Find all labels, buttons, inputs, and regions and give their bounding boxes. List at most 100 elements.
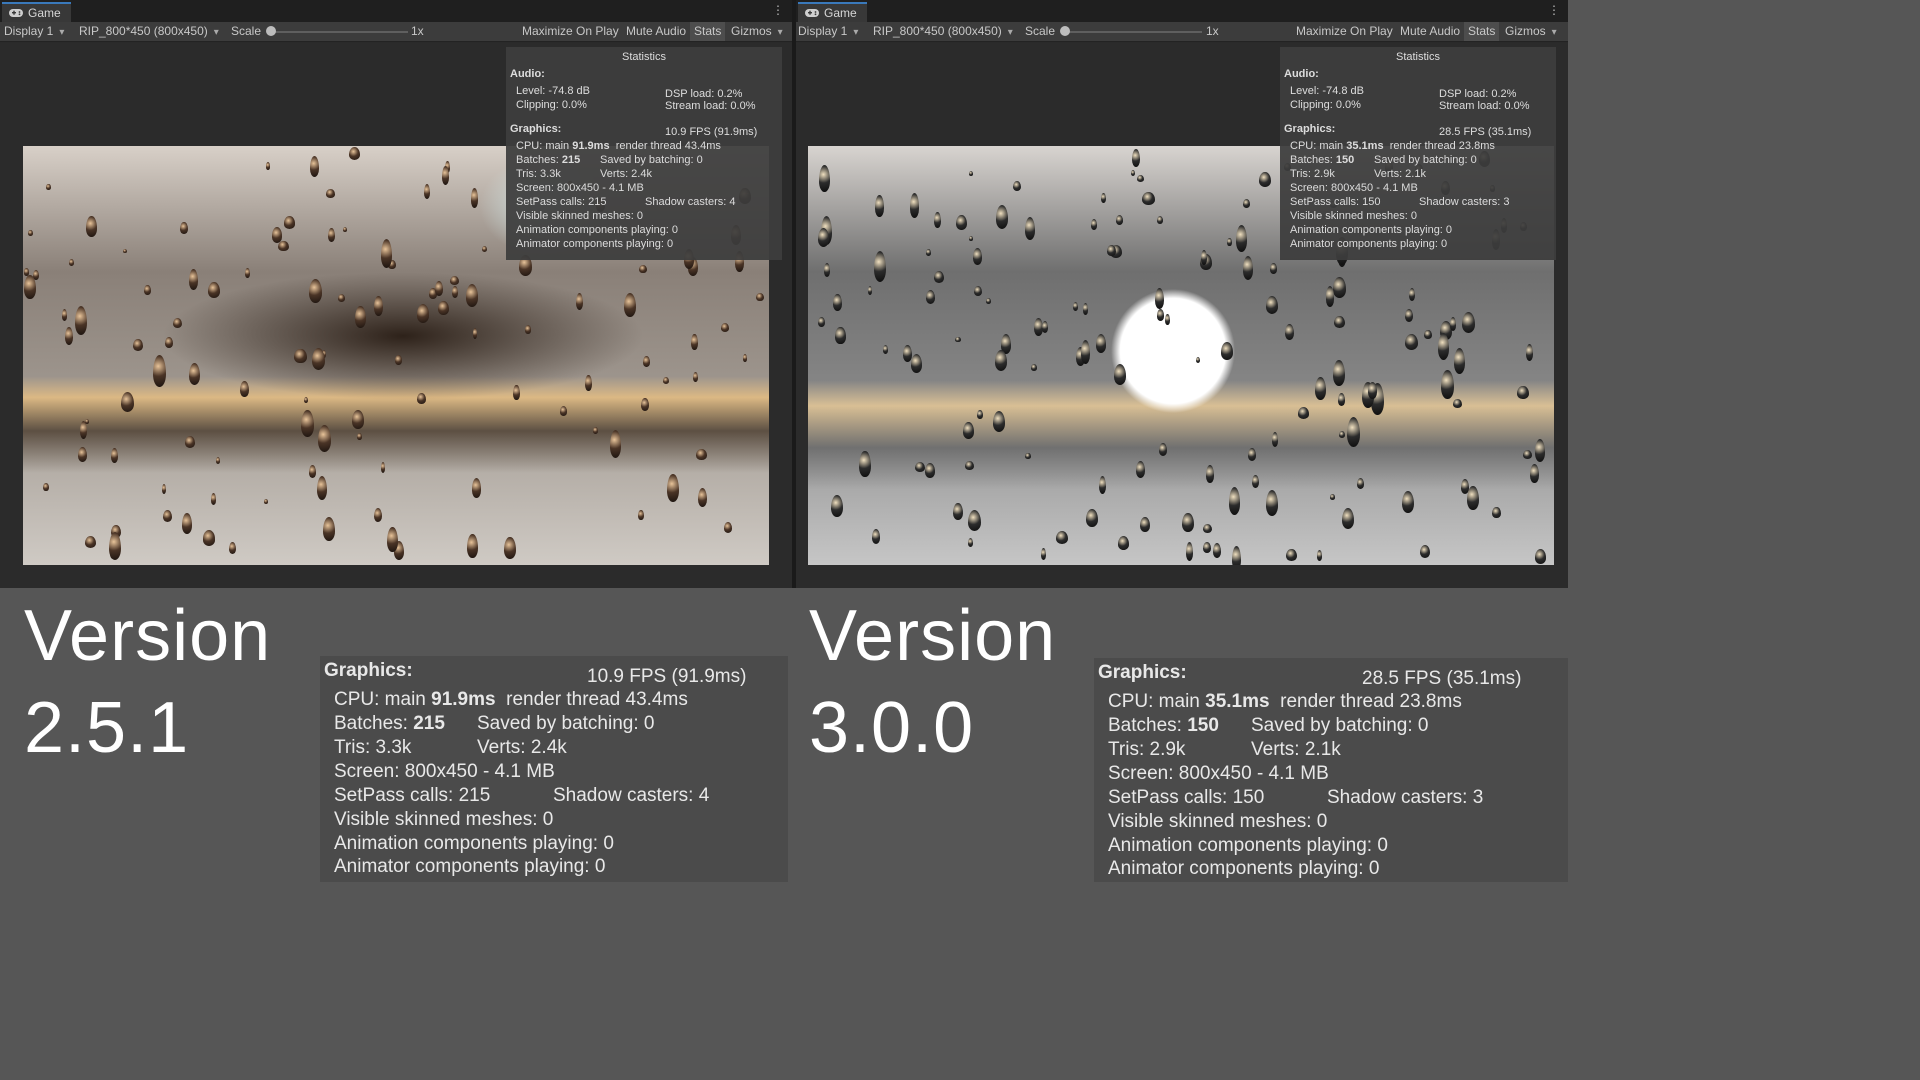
raindrop: [229, 541, 237, 555]
raindrop: [318, 424, 331, 452]
raindrop: [441, 166, 450, 186]
raindrop: [1242, 256, 1253, 281]
raindrop: [1091, 219, 1098, 230]
raindrop: [152, 354, 166, 388]
raindrop: [202, 530, 216, 546]
scale-slider-handle[interactable]: [266, 26, 276, 36]
cpu-prefix: CPU: main: [516, 140, 573, 152]
raindrop: [1101, 192, 1107, 203]
raindrop: [323, 517, 335, 541]
raindrop: [963, 422, 974, 440]
dsp-load: DSP load: 0.2%: [665, 88, 743, 100]
raindrop: [723, 522, 733, 533]
render-thread: render thread 23.8ms: [1389, 140, 1495, 152]
mute-audio-toggle[interactable]: Mute Audio: [1400, 22, 1460, 41]
screen-info: Screen: 800x450 - 4.1 MB: [334, 761, 555, 782]
shadow-casters: Shadow casters: 4: [553, 785, 710, 806]
audio-level: Level: -74.8 dB: [1290, 85, 1364, 97]
resolution-dropdown[interactable]: RIP_800*450 (800x450): [873, 22, 1013, 41]
raindrop: [337, 293, 345, 302]
batches-stats: Batches: 150: [1290, 154, 1354, 166]
stats-toggle[interactable]: Stats: [690, 22, 726, 41]
raindrop: [1042, 321, 1049, 334]
raindrop: [1243, 198, 1250, 208]
mute-audio-toggle[interactable]: Mute Audio: [626, 22, 686, 41]
visible-skinned-meshes: Visible skinned meshes: 0: [1290, 210, 1417, 222]
raindrop: [326, 189, 335, 198]
graphics-header: Graphics:: [1098, 662, 1187, 683]
batches-value: 150: [1187, 715, 1219, 736]
raindrop: [1195, 356, 1200, 363]
visible-skinned-meshes: Visible skinned meshes: 0: [334, 809, 554, 830]
scale-slider[interactable]: [268, 31, 408, 33]
raindrop: [1203, 524, 1213, 534]
raindrop: [1259, 172, 1271, 187]
raindrop: [23, 268, 30, 276]
version-word: Version: [809, 596, 1057, 676]
kebab-menu-icon[interactable]: ⋮: [772, 4, 784, 16]
raindrop: [327, 227, 335, 242]
raindrop: [969, 235, 974, 242]
raindrop: [1297, 407, 1310, 420]
raindrop: [1227, 237, 1232, 247]
gizmos-dropdown[interactable]: Gizmos: [1505, 22, 1557, 41]
version-number: 2.5.1: [24, 688, 190, 768]
maximize-on-play-toggle[interactable]: Maximize On Play: [522, 22, 619, 41]
gizmos-dropdown[interactable]: Gizmos: [731, 22, 783, 41]
raindrop: [304, 397, 309, 404]
raindrop: [1212, 543, 1222, 559]
raindrop: [1113, 363, 1127, 385]
display-dropdown[interactable]: Display 1: [798, 22, 858, 41]
raindrop: [1405, 333, 1419, 350]
raindrop: [172, 317, 182, 328]
raindrop: [311, 348, 325, 371]
raindrop: [355, 305, 366, 328]
scale-slider-handle[interactable]: [1060, 26, 1070, 36]
raindrop: [1409, 288, 1416, 302]
raindrop: [934, 271, 945, 284]
tab-game[interactable]: Game: [2, 2, 71, 22]
raindrop: [584, 374, 592, 392]
scale-value: 1x: [411, 24, 424, 38]
saved-by-batching: Saved by batching: 0: [477, 713, 655, 734]
raindrop: [283, 216, 296, 229]
raindrop: [1271, 432, 1279, 447]
batches-value: 215: [413, 713, 445, 734]
raindrop: [349, 146, 361, 160]
raindrop: [263, 499, 269, 505]
raindrop: [1117, 536, 1129, 550]
raindrop: [513, 384, 520, 401]
animation-components: Animation components playing: 0: [516, 224, 679, 236]
raindrop: [559, 406, 567, 416]
raindrop: [86, 216, 97, 237]
version-number: 3.0.0: [809, 688, 975, 768]
game-toolbar: Display 1 RIP_800*450 (800x450) Scale 1x…: [796, 22, 1568, 42]
raindrop: [123, 248, 128, 254]
render-thread: render thread 23.8ms: [1280, 691, 1462, 712]
raindrop: [1205, 464, 1215, 483]
raindrop: [1285, 323, 1295, 340]
kebab-menu-icon[interactable]: ⋮: [1548, 4, 1560, 16]
raindrop: [1012, 180, 1021, 191]
raindrop: [352, 410, 364, 429]
maximize-on-play-toggle[interactable]: Maximize On Play: [1296, 22, 1393, 41]
raindrop: [1265, 296, 1278, 315]
animator-components: Animator components playing: 0: [1290, 238, 1448, 250]
raindrop: [1159, 443, 1168, 456]
resolution-dropdown[interactable]: RIP_800*450 (800x450): [79, 22, 219, 41]
raindrop: [472, 327, 478, 339]
screen-info: Screen: 800x450 - 4.1 MB: [1108, 763, 1329, 784]
raindrop: [833, 293, 842, 311]
tab-game[interactable]: Game: [798, 2, 867, 22]
raindrop: [1517, 385, 1529, 400]
raindrop: [1115, 215, 1124, 226]
scale-slider[interactable]: [1062, 31, 1202, 33]
statistics-overlay-top-left: Statistics Audio: Level: -74.8 dB Clippi…: [506, 47, 782, 260]
raindrop: [144, 285, 151, 295]
stats-toggle[interactable]: Stats: [1464, 22, 1500, 41]
raindrop: [1329, 494, 1336, 501]
raindrop: [1228, 487, 1241, 515]
raindrop: [1339, 430, 1346, 439]
cpu-main: 91.9ms: [431, 689, 496, 710]
display-dropdown[interactable]: Display 1: [4, 22, 64, 41]
